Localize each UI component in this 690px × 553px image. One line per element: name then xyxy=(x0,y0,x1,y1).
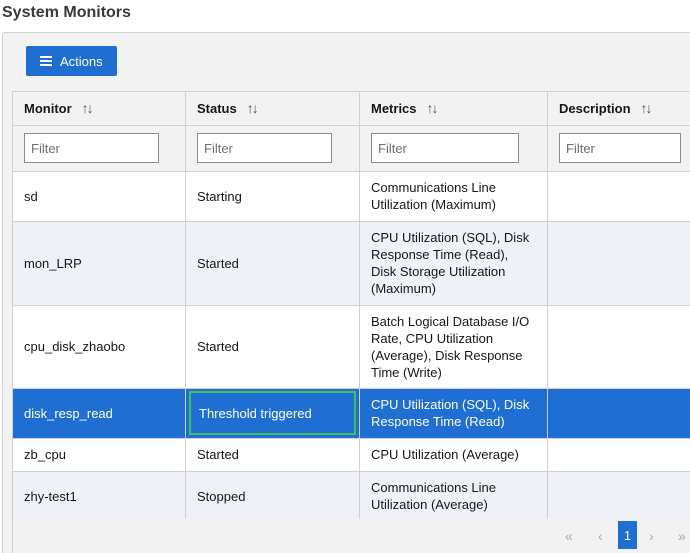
first-page-button[interactable]: « xyxy=(565,528,573,544)
description-cell xyxy=(547,305,690,389)
sort-icon[interactable]: ↑↓ xyxy=(247,100,259,116)
previous-page-button[interactable]: ‹ xyxy=(598,528,603,544)
description-cell xyxy=(547,438,690,472)
column-header-description[interactable]: Description ↑↓ xyxy=(547,92,690,126)
monitor-cell: mon_LRP xyxy=(12,221,186,306)
menu-icon xyxy=(40,56,52,66)
status-cell: Started xyxy=(185,221,360,306)
column-header-status[interactable]: Status ↑↓ xyxy=(185,92,360,126)
monitor-cell: cpu_disk_zhaobo xyxy=(12,305,186,389)
status-filter-input[interactable] xyxy=(197,133,332,163)
description-cell xyxy=(547,171,690,222)
table-row[interactable]: zb_cpu Started CPU Utilization (Average) xyxy=(12,438,690,472)
column-header-metrics[interactable]: Metrics ↑↓ xyxy=(359,92,548,126)
last-page-button[interactable]: » xyxy=(678,528,686,544)
metrics-cell: Communications Line Utilization (Average… xyxy=(359,471,548,522)
status-cell: Stopped xyxy=(185,471,360,522)
metrics-cell: Batch Logical Database I/O Rate, CPU Uti… xyxy=(359,305,548,389)
actions-button[interactable]: Actions xyxy=(26,46,117,76)
sort-icon[interactable]: ↑↓ xyxy=(82,100,94,116)
monitors-table: Monitor ↑↓ Status ↑↓ Metrics ↑↓ Description… xyxy=(12,91,690,522)
metrics-cell: CPU Utilization (SQL), Disk Response Tim… xyxy=(359,388,548,439)
monitor-cell: zb_cpu xyxy=(12,438,186,472)
table-row[interactable]: mon_LRP Started CPU Utilization (SQL), D… xyxy=(12,221,690,306)
status-cell[interactable]: Threshold triggered xyxy=(185,388,360,439)
description-filter-input[interactable] xyxy=(559,133,681,163)
status-cell-focused: Threshold triggered xyxy=(189,391,356,435)
table-row[interactable]: cpu_disk_zhaobo Started Batch Logical Da… xyxy=(12,305,690,389)
sort-icon[interactable]: ↑↓ xyxy=(641,100,653,116)
metrics-cell: CPU Utilization (SQL), Disk Response Tim… xyxy=(359,221,548,306)
column-header-monitor[interactable]: Monitor ↑↓ xyxy=(12,92,186,126)
page-number-current[interactable]: 1 xyxy=(618,521,637,549)
next-page-button[interactable]: › xyxy=(649,528,654,544)
metrics-cell: CPU Utilization (Average) xyxy=(359,438,548,472)
metrics-cell: Communications Line Utilization (Maximum… xyxy=(359,171,548,222)
monitor-cell: zhy-test1 xyxy=(12,471,186,522)
description-cell xyxy=(547,471,690,522)
table-row[interactable]: sd Starting Communications Line Utilizat… xyxy=(12,171,690,222)
sort-icon[interactable]: ↑↓ xyxy=(427,100,439,116)
page-title: System Monitors xyxy=(2,4,131,21)
table-row-selected[interactable]: disk_resp_read Threshold triggered CPU U… xyxy=(12,388,690,439)
pagination: « ‹ 1 › » xyxy=(12,519,690,553)
monitor-cell: sd xyxy=(12,171,186,222)
table-row[interactable]: zhy-test1 Stopped Communications Line Ut… xyxy=(12,471,690,522)
status-cell: Started xyxy=(185,438,360,472)
actions-button-label: Actions xyxy=(60,53,103,69)
metrics-filter-input[interactable] xyxy=(371,133,519,163)
status-cell: Starting xyxy=(185,171,360,222)
description-cell xyxy=(547,221,690,306)
monitor-filter-input[interactable] xyxy=(24,133,159,163)
monitor-cell: disk_resp_read xyxy=(12,388,186,439)
status-cell: Started xyxy=(185,305,360,389)
description-cell xyxy=(547,388,690,439)
